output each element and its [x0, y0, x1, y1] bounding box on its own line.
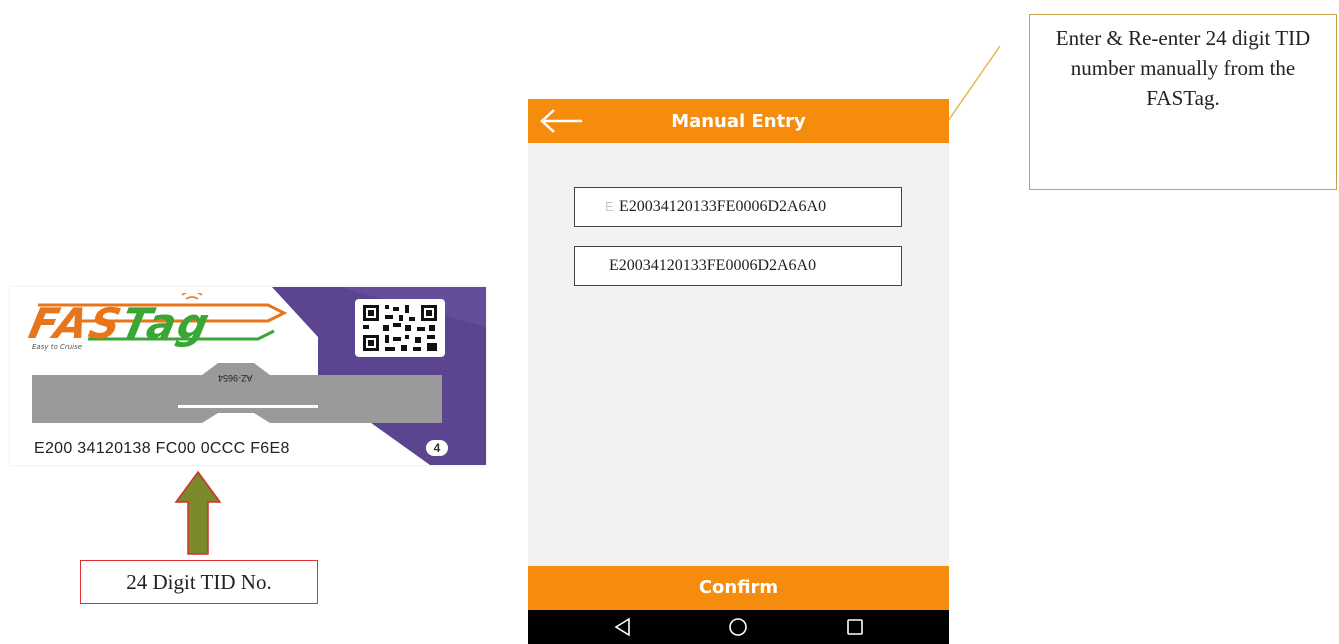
instruction-callout: Enter & Re-enter 24 digit TID number man…: [1029, 14, 1337, 190]
phone-screen: Manual Entry E E20034120133FE0006D2A6A0 …: [528, 99, 949, 644]
qr-code-icon: [355, 299, 445, 357]
android-nav-bar: [528, 610, 949, 644]
tid-reenter-field[interactable]: E20034120133FE0006D2A6A0: [574, 246, 902, 286]
nav-recents-icon[interactable]: [844, 616, 866, 638]
tid-label: 24 Digit TID No.: [80, 560, 318, 604]
tid-input-field[interactable]: E E20034120133FE0006D2A6A0: [574, 187, 902, 227]
fastag-serial-number: E200 34120138 FC00 0CCC F6E8: [34, 440, 290, 457]
card-number-badge: 4: [426, 440, 448, 456]
confirm-button[interactable]: Confirm: [528, 566, 949, 610]
fastag-logo-text: FASTag: [24, 299, 216, 348]
fastag-logo: FASTag Easy to Cruise: [18, 293, 298, 353]
tid-input-value: E20034120133FE0006D2A6A0: [619, 198, 827, 215]
nav-home-icon[interactable]: [727, 616, 749, 638]
app-title: Manual Entry: [671, 111, 806, 132]
tid-reenter-value: E20034120133FE0006D2A6A0: [609, 257, 817, 274]
nav-back-icon[interactable]: [612, 616, 634, 638]
app-bar: Manual Entry: [528, 99, 949, 143]
fastag-tagline: Easy to Cruise: [32, 343, 83, 351]
antenna-code: AZ-9654: [218, 373, 253, 383]
back-arrow-icon[interactable]: [538, 108, 584, 134]
rfid-antenna: [32, 363, 442, 423]
fastag-card: FASTag Easy to Cruise AZ-9654 E200 34120…: [10, 287, 486, 465]
up-arrow-icon: [174, 470, 222, 555]
callout-text: Enter & Re-enter 24 digit TID number man…: [1055, 26, 1311, 110]
input-placeholder-ghost: E: [605, 199, 614, 214]
